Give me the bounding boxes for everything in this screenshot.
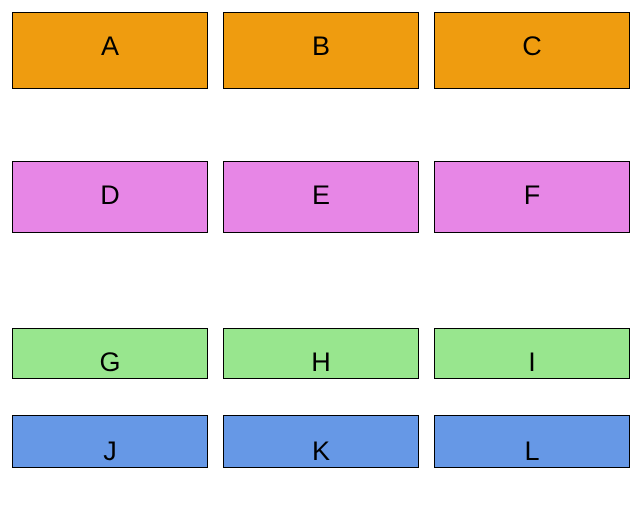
cell-j: J — [12, 415, 208, 468]
row-spacer — [12, 233, 630, 269]
row-spacer — [12, 379, 630, 415]
cell-label: E — [312, 180, 330, 211]
cell-label: B — [312, 31, 330, 62]
cell-e: E — [223, 161, 419, 233]
cell-label: J — [103, 436, 117, 467]
cell-d: D — [12, 161, 208, 233]
cell-k: K — [223, 415, 419, 468]
letter-grid: A B C D E F G H I J K L — [12, 12, 630, 468]
cell-i: I — [434, 328, 630, 379]
cell-c: C — [434, 12, 630, 89]
cell-a: A — [12, 12, 208, 89]
cell-b: B — [223, 12, 419, 89]
cell-label: G — [99, 347, 120, 378]
cell-l: L — [434, 415, 630, 468]
cell-label: F — [524, 180, 541, 211]
cell-label: D — [100, 180, 120, 211]
cell-label: H — [311, 347, 331, 378]
cell-f: F — [434, 161, 630, 233]
cell-label: K — [312, 436, 330, 467]
cell-label: I — [528, 347, 536, 378]
cell-h: H — [223, 328, 419, 379]
cell-g: G — [12, 328, 208, 379]
cell-label: L — [524, 436, 539, 467]
cell-label: A — [101, 31, 119, 62]
cell-label: C — [522, 31, 542, 62]
